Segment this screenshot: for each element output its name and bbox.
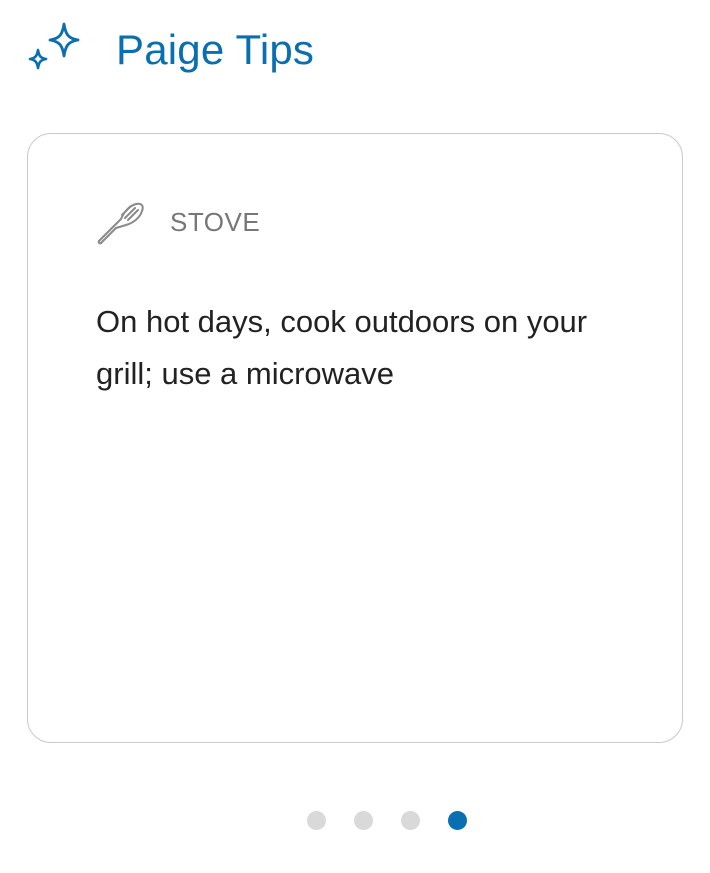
page-title: Paige Tips [116, 26, 315, 73]
header: Paige Tips [24, 18, 314, 82]
tip-text: On hot days, cook outdoors on your grill… [96, 304, 588, 391]
pagination-dot-3[interactable] [401, 811, 420, 830]
pagination-dot-1[interactable] [307, 811, 326, 830]
tip-card[interactable]: STOVE On hot days, cook outdoors on your… [27, 133, 683, 743]
spatula-icon [97, 202, 144, 245]
pagination-dot-4-active[interactable] [448, 811, 467, 830]
category-label: STOVE [170, 206, 261, 237]
tip-category: STOVE [96, 196, 260, 248]
sparkle-icon [28, 22, 80, 70]
pagination-dot-2[interactable] [354, 811, 373, 830]
pagination-dots [0, 811, 710, 830]
